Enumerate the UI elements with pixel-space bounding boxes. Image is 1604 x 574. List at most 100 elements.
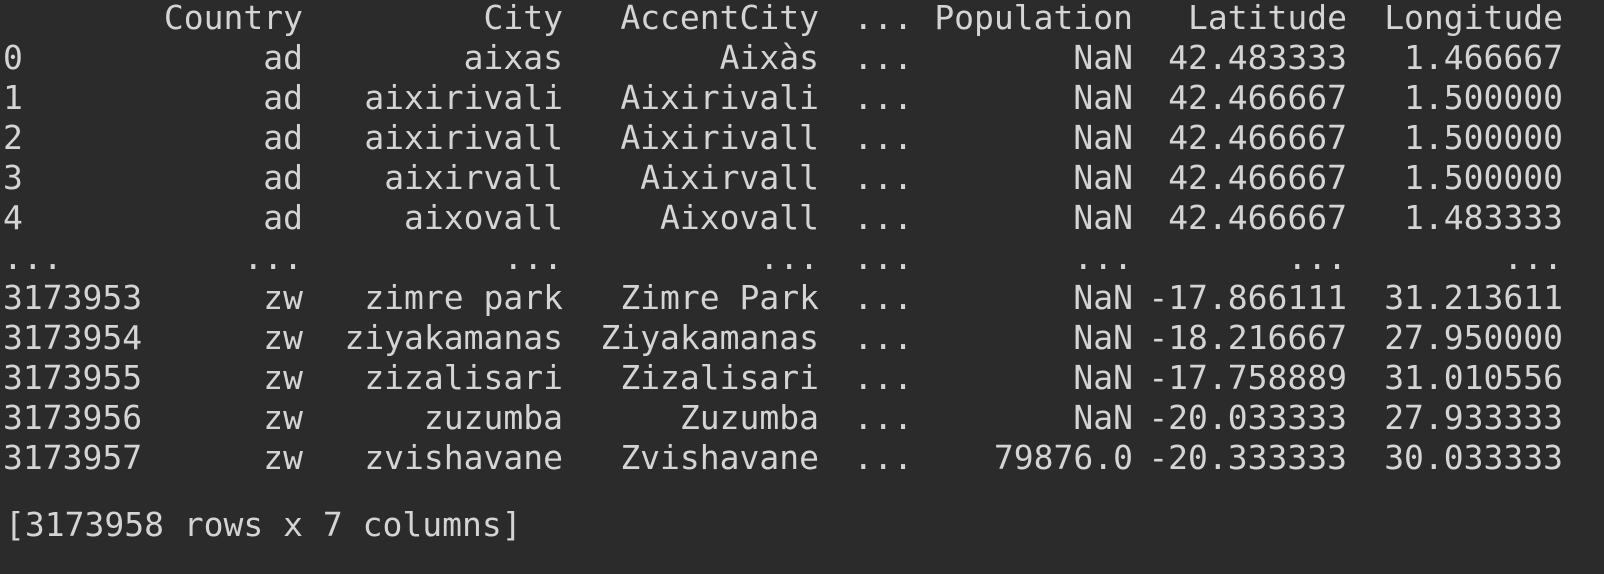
table-row: 0 ad aixas Aixàs ... NaN 42.483333 1.466… <box>3 38 1563 78</box>
row-index: 3 <box>3 158 23 197</box>
cell-longitude: 27.933333 <box>1384 398 1563 437</box>
cell-city: ziyakamanas <box>344 318 563 357</box>
cell-population: ... <box>1073 238 1133 277</box>
cell-population: NaN <box>1073 318 1133 357</box>
cell-population: NaN <box>1073 158 1133 197</box>
cell-population: NaN <box>1073 118 1133 157</box>
cell-population: NaN <box>1073 278 1133 317</box>
cell-country: zw <box>263 278 303 317</box>
cell-population: 79876.0 <box>993 438 1133 477</box>
cell-country: ad <box>263 78 303 117</box>
table-row: 2 ad aixirivall Aixirivall ... NaN 42.46… <box>3 118 1563 158</box>
cell-longitude: 27.950000 <box>1384 318 1563 357</box>
table-row: 3173954 zw ziyakamanas Ziyakamanas ... N… <box>3 318 1563 358</box>
cell-longitude: 1.483333 <box>1404 198 1563 237</box>
table-row: 3 ad aixirvall Aixirvall ... NaN 42.4666… <box>3 158 1563 198</box>
cell-city: ... <box>503 238 563 277</box>
column-header-country: Country <box>163 0 303 37</box>
cell-latitude: -20.033333 <box>1148 398 1347 437</box>
cell-accentcity: Ziyakamanas <box>600 318 819 357</box>
cell-ellipsis: ... <box>853 318 913 357</box>
column-header-population: Population <box>934 0 1133 37</box>
cell-city: aixovall <box>404 198 563 237</box>
column-header-latitude: Latitude <box>1188 0 1347 37</box>
table-row: 1 ad aixirivali Aixirivali ... NaN 42.46… <box>3 78 1563 118</box>
index-header <box>3 0 163 38</box>
cell-longitude: 31.010556 <box>1384 358 1563 397</box>
cell-ellipsis: ... <box>853 158 913 197</box>
cell-country: zw <box>263 318 303 357</box>
row-index: 0 <box>3 38 23 77</box>
row-index: 3173957 <box>3 438 143 477</box>
cell-accentcity: Aixirivali <box>620 78 819 117</box>
row-index: ... <box>3 238 63 277</box>
cell-country: ... <box>243 238 303 277</box>
cell-country: ad <box>263 198 303 237</box>
cell-ellipsis: ... <box>853 38 913 77</box>
cell-country: zw <box>263 438 303 477</box>
cell-city: aixirivali <box>364 78 563 117</box>
dataframe-table: Country City AccentCity ... Population L… <box>3 0 1563 478</box>
table-row: 4 ad aixovall Aixovall ... NaN 42.466667… <box>3 198 1563 238</box>
cell-city: zizalisari <box>364 358 563 397</box>
cell-country: ad <box>263 38 303 77</box>
cell-city: aixirvall <box>384 158 563 197</box>
cell-city: zuzumba <box>423 398 563 437</box>
column-header-city: City <box>483 0 563 37</box>
cell-ellipsis: ... <box>853 278 913 317</box>
cell-accentcity: Aixovall <box>660 198 819 237</box>
row-index: 2 <box>3 118 23 157</box>
cell-latitude: -18.216667 <box>1148 318 1347 357</box>
cell-latitude: 42.466667 <box>1168 198 1347 237</box>
cell-longitude: ... <box>1503 238 1563 277</box>
cell-accentcity: Zizalisari <box>620 358 819 397</box>
cell-accentcity: Zvishavane <box>620 438 819 477</box>
cell-ellipsis: ... <box>853 398 913 437</box>
cell-ellipsis: ... <box>853 358 913 397</box>
cell-accentcity: Zuzumba <box>679 398 819 437</box>
row-index: 4 <box>3 198 23 237</box>
cell-accentcity: Aixirvall <box>640 158 819 197</box>
cell-longitude: 1.500000 <box>1404 158 1563 197</box>
cell-latitude: 42.466667 <box>1168 118 1347 157</box>
table-row: 3173953 zw zimre park Zimre Park ... NaN… <box>3 278 1563 318</box>
cell-ellipsis: ... <box>853 78 913 117</box>
cell-ellipsis: ... <box>853 198 913 237</box>
cell-country: zw <box>263 398 303 437</box>
cell-ellipsis: ... <box>853 438 913 477</box>
table-row: 3173955 zw zizalisari Zizalisari ... NaN… <box>3 358 1563 398</box>
cell-country: zw <box>263 358 303 397</box>
cell-accentcity: Aixàs <box>719 38 819 77</box>
cell-city: aixirivall <box>364 118 563 157</box>
column-header-longitude: Longitude <box>1384 0 1563 37</box>
cell-accentcity: Aixirivall <box>620 118 819 157</box>
terminal-output: Country City AccentCity ... Population L… <box>0 0 1604 574</box>
row-index: 3173955 <box>3 358 143 397</box>
cell-latitude: 42.466667 <box>1168 78 1347 117</box>
cell-latitude: 42.466667 <box>1168 158 1347 197</box>
column-header-accentcity: AccentCity <box>620 0 819 37</box>
cell-population: NaN <box>1073 358 1133 397</box>
row-index: 1 <box>3 78 23 117</box>
cell-country: ad <box>263 118 303 157</box>
row-index: 3173956 <box>3 398 143 437</box>
cell-accentcity: Zimre Park <box>620 278 819 317</box>
column-header-ellipsis: ... <box>853 0 913 37</box>
truncated-row: ... ... ... ... ... ... ... ... <box>3 238 1563 278</box>
cell-city: zimre park <box>364 278 563 317</box>
cell-ellipsis: ... <box>853 118 913 157</box>
cell-latitude: ... <box>1287 238 1347 277</box>
header-row: Country City AccentCity ... Population L… <box>3 0 1563 38</box>
dataframe-summary: [3173958 rows x 7 columns] <box>5 505 522 544</box>
cell-city: aixas <box>463 38 563 77</box>
cell-latitude: -17.866111 <box>1148 278 1347 317</box>
cell-population: NaN <box>1073 78 1133 117</box>
cell-population: NaN <box>1073 38 1133 77</box>
cell-city: zvishavane <box>364 438 563 477</box>
cell-latitude: 42.483333 <box>1168 38 1347 77</box>
cell-latitude: -17.758889 <box>1148 358 1347 397</box>
cell-accentcity: ... <box>759 238 819 277</box>
cell-ellipsis: ... <box>853 238 913 277</box>
cell-longitude: 30.033333 <box>1384 438 1563 477</box>
table-row: 3173957 zw zvishavane Zvishavane ... 798… <box>3 438 1563 478</box>
